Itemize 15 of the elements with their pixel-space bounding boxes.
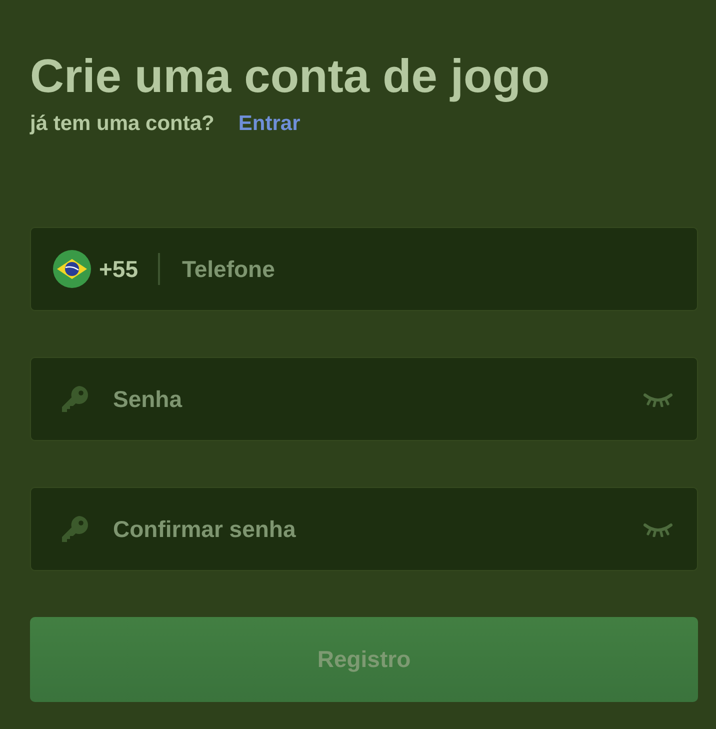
closed-eye-icon[interactable]	[643, 391, 673, 407]
key-icon	[59, 383, 91, 415]
phone-field[interactable]: +55 Telefone	[30, 227, 698, 311]
password-field[interactable]: Confirmar senha	[30, 487, 698, 571]
page-title: Crie uma conta de jogo	[30, 48, 551, 104]
flag-icon	[53, 250, 91, 288]
phone-input[interactable]: Telefone	[180, 254, 673, 284]
login-link[interactable]: Entrar	[238, 112, 300, 136]
closed-eye-icon[interactable]	[643, 521, 673, 537]
login-prompt: já tem uma conta?	[30, 112, 214, 136]
key-icon	[59, 513, 91, 545]
password-input[interactable]: Senha	[111, 384, 643, 414]
password-input[interactable]: Confirmar senha	[111, 514, 643, 544]
password-field[interactable]: Senha	[30, 357, 698, 441]
country-code: +55	[99, 256, 138, 282]
